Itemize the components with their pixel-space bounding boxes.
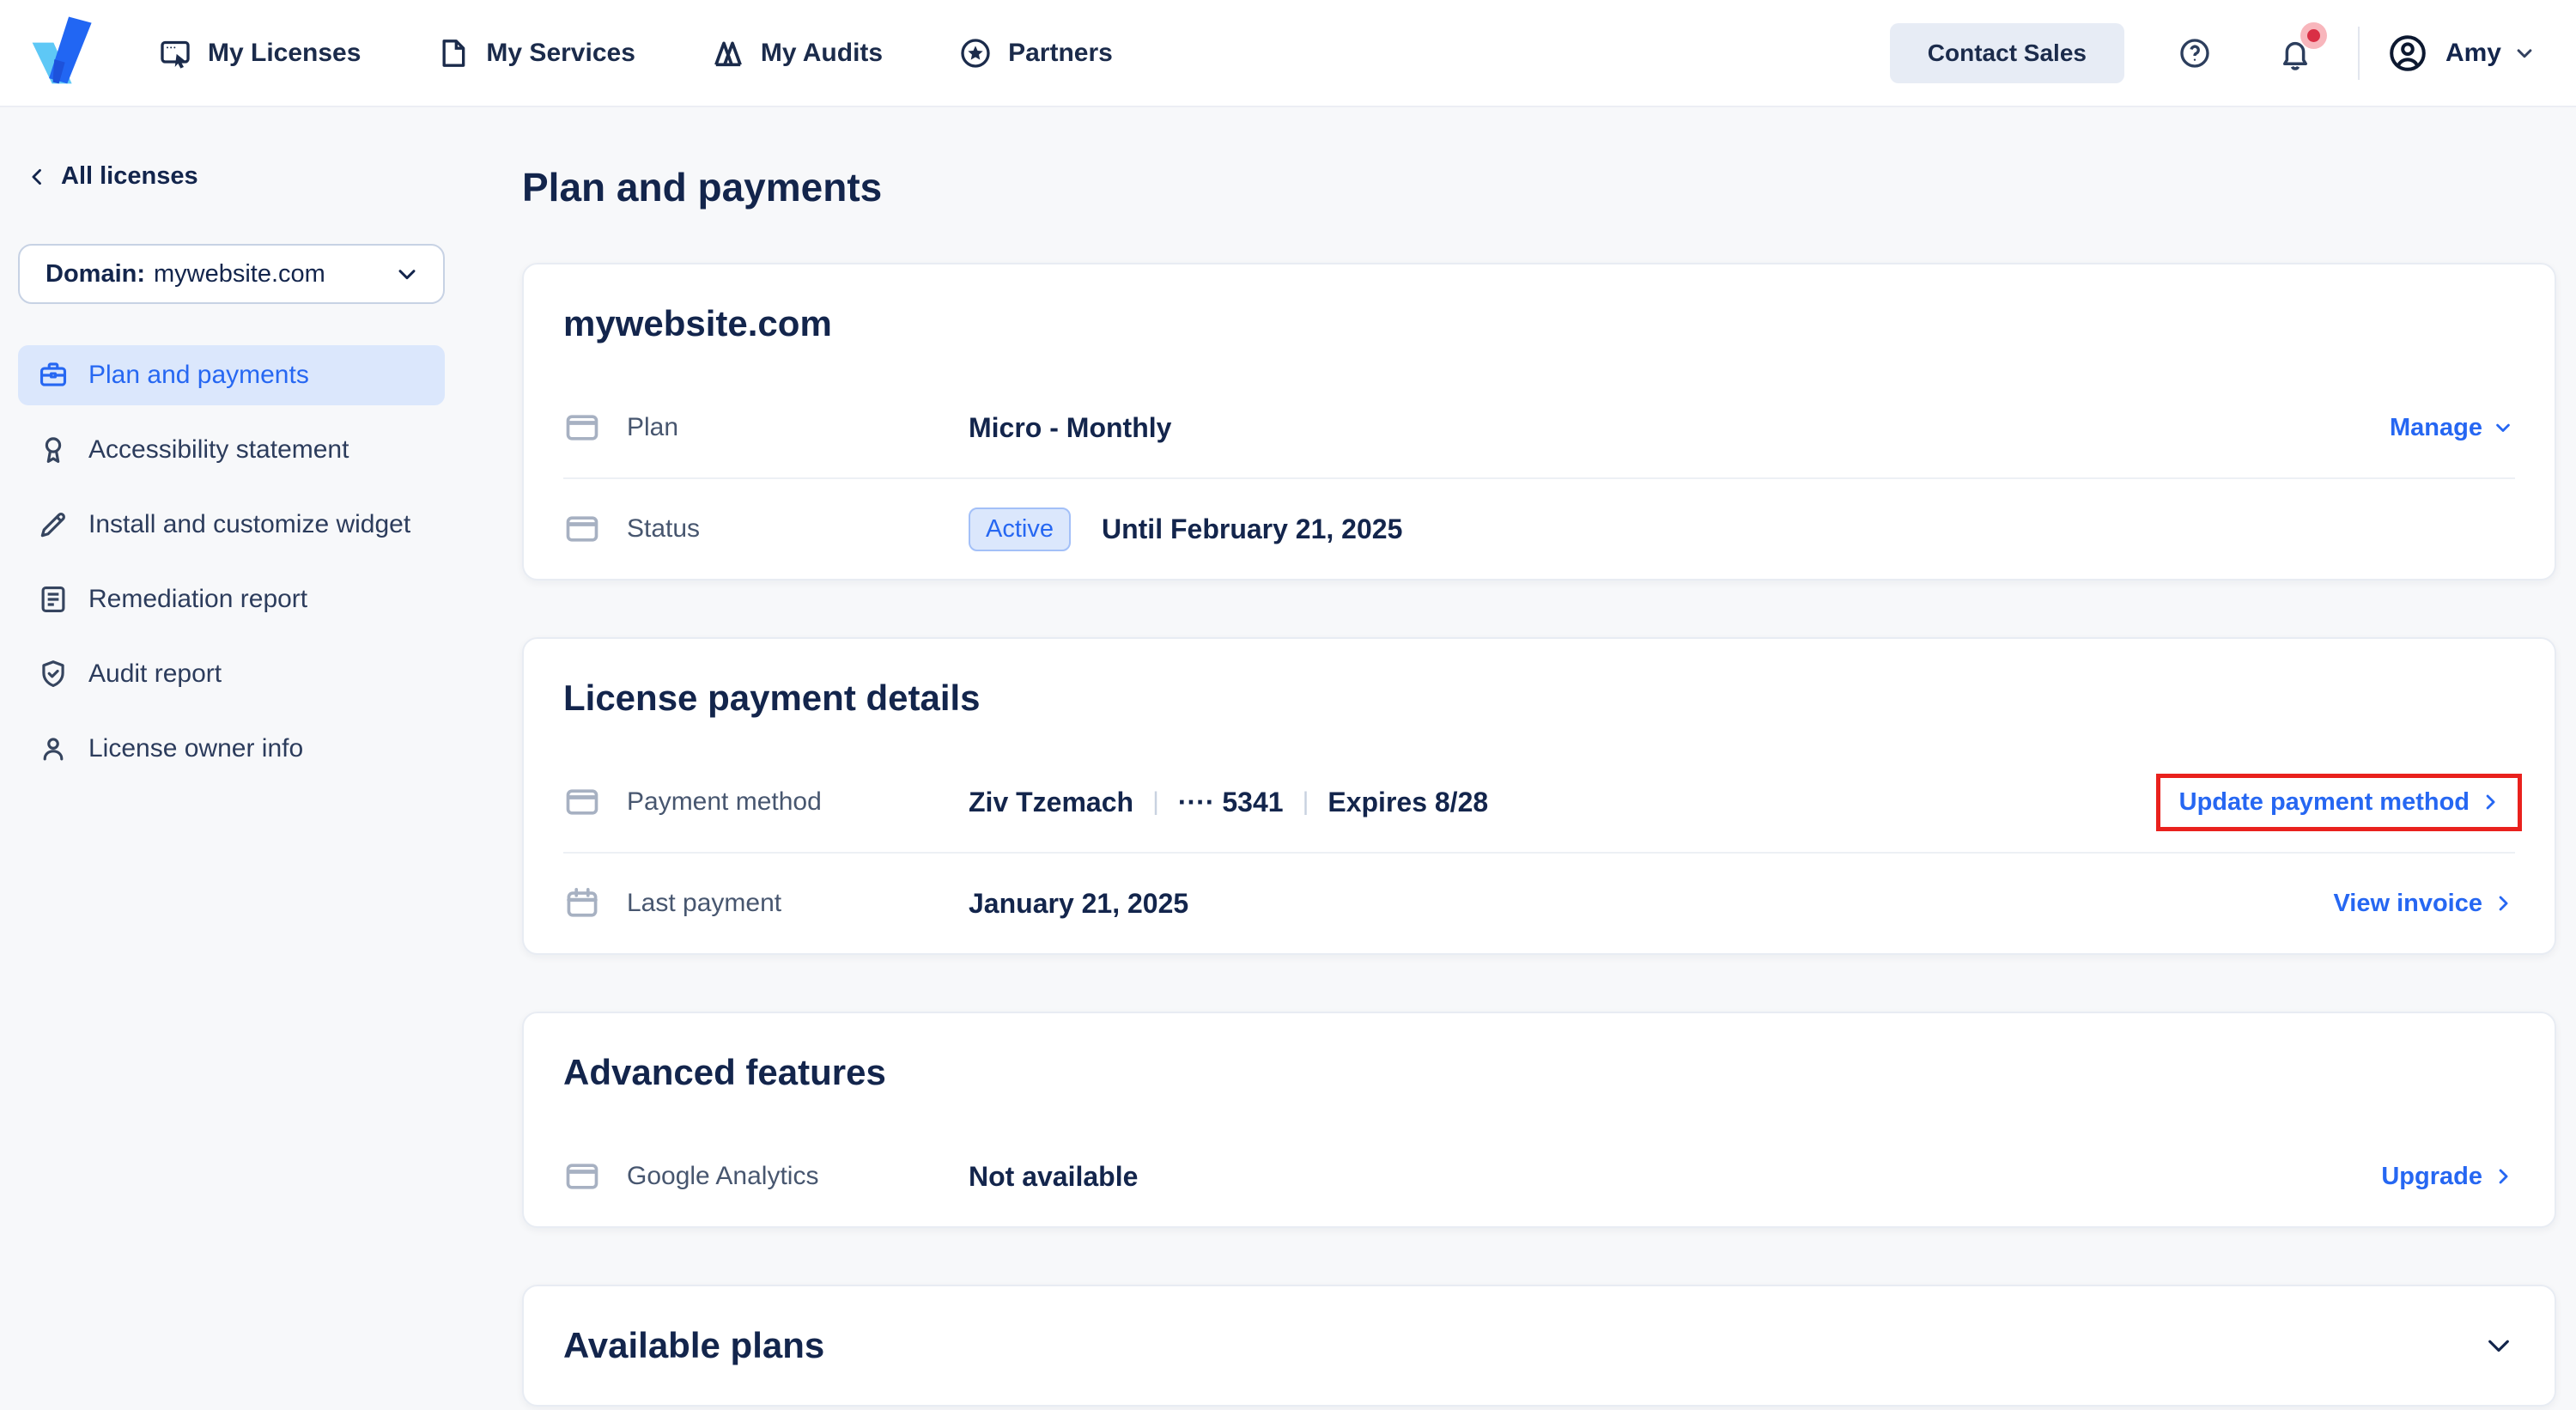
upgrade-link[interactable]: Upgrade [2381, 1163, 2515, 1191]
sidebar-item-label: Audit report [88, 659, 222, 688]
sidebar-item-label: License owner info [88, 734, 304, 763]
credit-card-icon [563, 1158, 601, 1195]
payment-method-row: Payment method Ziv Tzemach | ···· 5341 |… [563, 752, 2522, 852]
sidebar-item-audit-report[interactable]: Audit report [18, 644, 445, 704]
sidebar-item-license-owner-info[interactable]: License owner info [18, 719, 445, 779]
pencil-icon [37, 508, 70, 541]
chevron-down-icon [393, 260, 421, 288]
domain-label: Domain: [46, 259, 145, 288]
sidebar-item-plan-and-payments[interactable]: Plan and payments [18, 345, 445, 405]
nav-label: My Services [486, 38, 635, 67]
report-document-icon [37, 583, 70, 616]
back-all-licenses-link[interactable]: All licenses [25, 162, 445, 191]
help-icon[interactable] [2178, 36, 2212, 70]
annotation-highlight-box: Update payment method [2155, 773, 2522, 831]
status-badge: Active [969, 507, 1071, 551]
nav-label: My Audits [760, 38, 884, 67]
award-ribbon-icon [37, 434, 70, 466]
separator: | [1152, 787, 1159, 816]
credit-card-icon [563, 409, 601, 447]
calendar-icon [563, 884, 601, 922]
chevron-down-icon[interactable] [2482, 1329, 2515, 1362]
card-expiry: Expires 8/28 [1327, 786, 1489, 817]
advanced-card-title: Advanced features [563, 1052, 886, 1092]
avatar-icon [2387, 33, 2428, 74]
account-menu[interactable]: Amy [2387, 33, 2537, 74]
nav-my-audits[interactable]: My Audits [711, 36, 883, 70]
chevron-down-icon [2491, 416, 2515, 440]
license-window-cursor-icon [158, 36, 192, 70]
update-payment-method-link[interactable]: Update payment method [2179, 788, 2502, 817]
brand-logo-icon[interactable] [23, 14, 102, 93]
nav-my-licenses[interactable]: My Licenses [158, 36, 361, 70]
chevron-down-icon [2512, 40, 2537, 66]
chevron-left-icon [25, 165, 49, 189]
briefcase-icon [37, 359, 70, 392]
sidebar-nav: Plan and payments Accessibility statemen… [18, 345, 445, 779]
payment-card-title: License payment details [563, 678, 981, 718]
last-payment-row: Last payment January 21, 2025 View invoi… [563, 854, 2515, 953]
plan-value: Micro - Monthly [969, 411, 1172, 443]
file-icon [436, 36, 471, 70]
payment-method-value: Ziv Tzemach | ···· 5341 | Expires 8/28 [969, 787, 1488, 818]
top-nav-bar: My Licenses My Services My Audits Partne… [0, 0, 2576, 107]
page-title: Plan and payments [522, 165, 883, 210]
last-payment-value: January 21, 2025 [969, 887, 1189, 919]
status-label: Status [627, 514, 701, 543]
user-name: Amy [2445, 38, 2501, 67]
star-circle-icon [958, 36, 993, 70]
payment-method-label: Payment method [627, 787, 822, 816]
header-divider [2357, 26, 2360, 80]
nav-label: Partners [1008, 38, 1113, 67]
available-plans-title: Available plans [563, 1325, 825, 1365]
advanced-features-card: Advanced features Google Analytics Not a… [522, 1012, 2556, 1228]
google-analytics-row: Google Analytics Not available Upgrade [563, 1127, 2515, 1226]
sidebar-item-label: Plan and payments [88, 361, 309, 389]
domain-card: mywebsite.com Plan Micro - Monthly Manag… [522, 263, 2556, 580]
domain-value: mywebsite.com [154, 259, 325, 288]
sidebar-item-install-and-customize-widget[interactable]: Install and customize widget [18, 495, 445, 555]
sidebar-item-label: Accessibility statement [88, 435, 349, 464]
credit-card-icon [563, 783, 601, 821]
plan-label: Plan [627, 413, 679, 441]
cardholder-name: Ziv Tzemach [969, 786, 1134, 817]
audit-peaks-icon [711, 36, 745, 70]
nav-label: My Licenses [208, 38, 361, 67]
domain-selector[interactable]: Domain: mywebsite.com [18, 244, 445, 304]
notification-dot [2306, 28, 2320, 42]
card-mask: ···· 5341 [1177, 786, 1284, 817]
main-content: Plan and payments mywebsite.com Plan Mic… [522, 107, 2556, 1407]
primary-nav: My Licenses My Services My Audits Partne… [158, 36, 1113, 70]
manage-plan-link[interactable]: Manage [2390, 414, 2515, 442]
sidebar-item-accessibility-statement[interactable]: Accessibility statement [18, 420, 445, 480]
credit-card-icon [563, 510, 601, 548]
nav-my-services[interactable]: My Services [436, 36, 635, 70]
person-icon [37, 732, 70, 765]
status-row: Status Active Until February 21, 2025 [563, 479, 2515, 579]
sidebar-item-label: Remediation report [88, 585, 308, 613]
chevron-right-icon [2491, 1164, 2515, 1188]
sidebar-item-remediation-report[interactable]: Remediation report [18, 569, 445, 629]
nav-partners[interactable]: Partners [958, 36, 1113, 70]
separator: | [1302, 787, 1309, 816]
google-analytics-label: Google Analytics [627, 1162, 819, 1190]
contact-sales-button[interactable]: Contact Sales [1889, 22, 2124, 83]
plan-row: Plan Micro - Monthly Manage [563, 378, 2515, 477]
chevron-right-icon [2491, 891, 2515, 915]
google-analytics-value: Not available [969, 1160, 1139, 1192]
sidebar: All licenses Domain: mywebsite.com Plan … [18, 107, 445, 1407]
status-value: Until February 21, 2025 [1101, 513, 1403, 544]
domain-card-title: mywebsite.com [563, 303, 832, 343]
sidebar-item-label: Install and customize widget [88, 510, 411, 538]
shield-check-icon [37, 658, 70, 690]
available-plans-card[interactable]: Available plans [522, 1285, 2556, 1407]
chevron-right-icon [2478, 790, 2502, 814]
view-invoice-link[interactable]: View invoice [2333, 890, 2515, 918]
back-label: All licenses [61, 162, 198, 190]
last-payment-label: Last payment [627, 889, 782, 917]
payment-details-card: License payment details Payment method Z… [522, 637, 2556, 955]
